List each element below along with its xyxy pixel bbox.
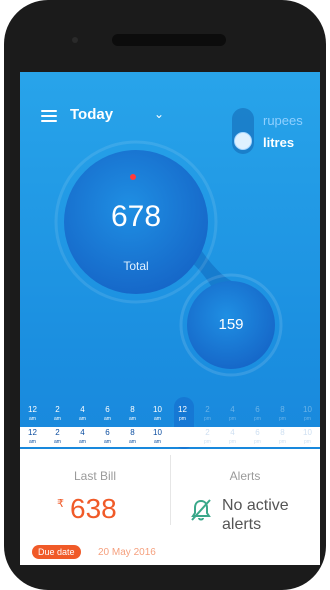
total-usage-label: Total xyxy=(123,259,149,273)
app-screen: Today ⌄ rupees litres 678 Total 159 12 a… xyxy=(20,72,320,565)
hour-tick-value: 8 xyxy=(130,428,135,437)
hour-tick[interactable]: 2 pm xyxy=(198,406,218,423)
alerts-status-line2: alerts xyxy=(222,516,262,533)
hour-tick-meridiem: am xyxy=(29,439,36,445)
hour-tick[interactable]: 8 am xyxy=(123,406,143,423)
hour-tick[interactable]: 8 pm xyxy=(273,429,293,446)
hour-tick-meridiem: am xyxy=(79,439,86,445)
hour-tick-value: 12 xyxy=(178,405,187,414)
hour-tick-meridiem: pm xyxy=(279,439,286,445)
last-bill-amount[interactable]: 638 xyxy=(70,493,117,525)
due-date-value: 20 May 2016 xyxy=(98,547,156,558)
hour-tick[interactable]: 4 am xyxy=(73,406,93,423)
hour-tick-meridiem: am xyxy=(29,416,36,422)
hour-tick-value: 4 xyxy=(80,428,85,437)
hour-tick[interactable]: 12 am xyxy=(23,406,43,423)
hour-tick[interactable]: 4 am xyxy=(73,429,93,446)
hour-tick[interactable]: 4 pm xyxy=(223,429,243,446)
hour-tick-meridiem: am xyxy=(154,439,161,445)
alerts-status: No active alerts xyxy=(222,496,289,534)
hour-tick-meridiem: pm xyxy=(279,416,286,422)
hour-tick-value: 2 xyxy=(55,428,60,437)
hour-tick[interactable]: 12 am xyxy=(23,429,43,446)
hour-tick-meridiem: am xyxy=(104,439,111,445)
hour-tick[interactable]: 8 pm xyxy=(273,406,293,423)
hour-tick[interactable]: 4 pm xyxy=(223,406,243,423)
hour-tick-meridiem: pm xyxy=(304,416,311,422)
hour-tick-meridiem: pm xyxy=(204,416,211,422)
hour-timeline-top[interactable]: 12 am 2 am 4 am 6 am 8 am 10 am 12 pm 2 pm 4 pm 6 pm 8 pm 10 pm xyxy=(20,404,320,424)
hour-tick-meridiem: pm xyxy=(254,416,261,422)
hour-tick-value: 10 xyxy=(303,405,312,414)
due-date-badge: Due date xyxy=(32,545,81,559)
hour-tick-value: 2 xyxy=(205,428,210,437)
hour-tick[interactable]: 12 pm xyxy=(173,429,193,446)
live-indicator-dot xyxy=(130,174,136,180)
hour-tick[interactable]: 6 pm xyxy=(248,406,268,423)
hour-tick-meridiem: am xyxy=(54,416,61,422)
hour-tick-meridiem: pm xyxy=(179,439,186,445)
hour-tick-meridiem: pm xyxy=(204,439,211,445)
hour-tick[interactable]: 10 pm xyxy=(298,406,318,423)
last-bill-label: Last Bill xyxy=(73,469,117,483)
hour-tick-value: 8 xyxy=(130,405,135,414)
hour-tick-value: 6 xyxy=(255,405,260,414)
currency-symbol: ₹ xyxy=(57,498,64,510)
hour-tick[interactable]: 6 am xyxy=(98,429,118,446)
hour-tick-value: 10 xyxy=(303,428,312,437)
alerts-status-line1: No active xyxy=(222,497,289,514)
hour-tick-value: 4 xyxy=(80,405,85,414)
panel-divider xyxy=(170,455,171,525)
hour-tick-value: 12 xyxy=(28,428,37,437)
hour-tick[interactable]: 10 am xyxy=(148,429,168,446)
hour-tick-value: 2 xyxy=(55,405,60,414)
hour-tick-value: 6 xyxy=(105,405,110,414)
hour-tick-value: 10 xyxy=(153,428,162,437)
hour-timeline-bottom[interactable]: 12 am 2 am 4 am 6 am 8 am 10 am 12 pm 2 pm 4 pm 6 pm 8 pm 10 pm xyxy=(20,427,320,447)
hour-tick-value: 8 xyxy=(280,428,285,437)
hour-tick-meridiem: am xyxy=(154,416,161,422)
hour-tick-meridiem: am xyxy=(104,416,111,422)
hour-tick[interactable]: 10 am xyxy=(148,406,168,423)
hour-tick-value: 6 xyxy=(105,428,110,437)
secondary-usage-value: 159 xyxy=(218,316,244,333)
hour-tick-value: 12 xyxy=(178,428,187,437)
hour-tick-value: 10 xyxy=(153,405,162,414)
hour-tick-value: 4 xyxy=(230,428,235,437)
hour-tick-value: 4 xyxy=(230,405,235,414)
hour-tick-value: 6 xyxy=(255,428,260,437)
hour-tick-meridiem: pm xyxy=(304,439,311,445)
earpiece-speaker xyxy=(112,34,226,46)
alerts-label: Alerts xyxy=(229,469,261,483)
hour-tick[interactable]: 2 am xyxy=(48,406,68,423)
hour-tick-meridiem: am xyxy=(79,416,86,422)
bell-off-icon[interactable] xyxy=(190,498,212,522)
hour-tick[interactable]: 12 pm xyxy=(173,406,193,423)
hour-tick-value: 2 xyxy=(205,405,210,414)
hour-tick-value: 12 xyxy=(28,405,37,414)
hour-tick[interactable]: 8 am xyxy=(123,429,143,446)
hour-tick-value: 8 xyxy=(280,405,285,414)
hour-tick-meridiem: am xyxy=(54,439,61,445)
hour-tick-meridiem: pm xyxy=(229,416,236,422)
hour-tick[interactable]: 6 am xyxy=(98,406,118,423)
hour-tick[interactable]: 10 pm xyxy=(298,429,318,446)
total-usage-value: 678 xyxy=(110,200,162,233)
summary-panel: Last Bill ₹ 638 Alerts No active alerts … xyxy=(20,449,320,565)
hour-tick[interactable]: 2 am xyxy=(48,429,68,446)
hour-tick[interactable]: 6 pm xyxy=(248,429,268,446)
hour-tick-meridiem: pm xyxy=(229,439,236,445)
front-camera xyxy=(72,37,78,43)
hour-tick-meridiem: am xyxy=(129,439,136,445)
hour-tick-meridiem: am xyxy=(129,416,136,422)
hour-tick[interactable]: 2 pm xyxy=(198,429,218,446)
hour-tick-meridiem: pm xyxy=(254,439,261,445)
phone-frame: Today ⌄ rupees litres 678 Total 159 12 a… xyxy=(4,0,326,590)
hour-tick-meridiem: pm xyxy=(179,416,186,422)
